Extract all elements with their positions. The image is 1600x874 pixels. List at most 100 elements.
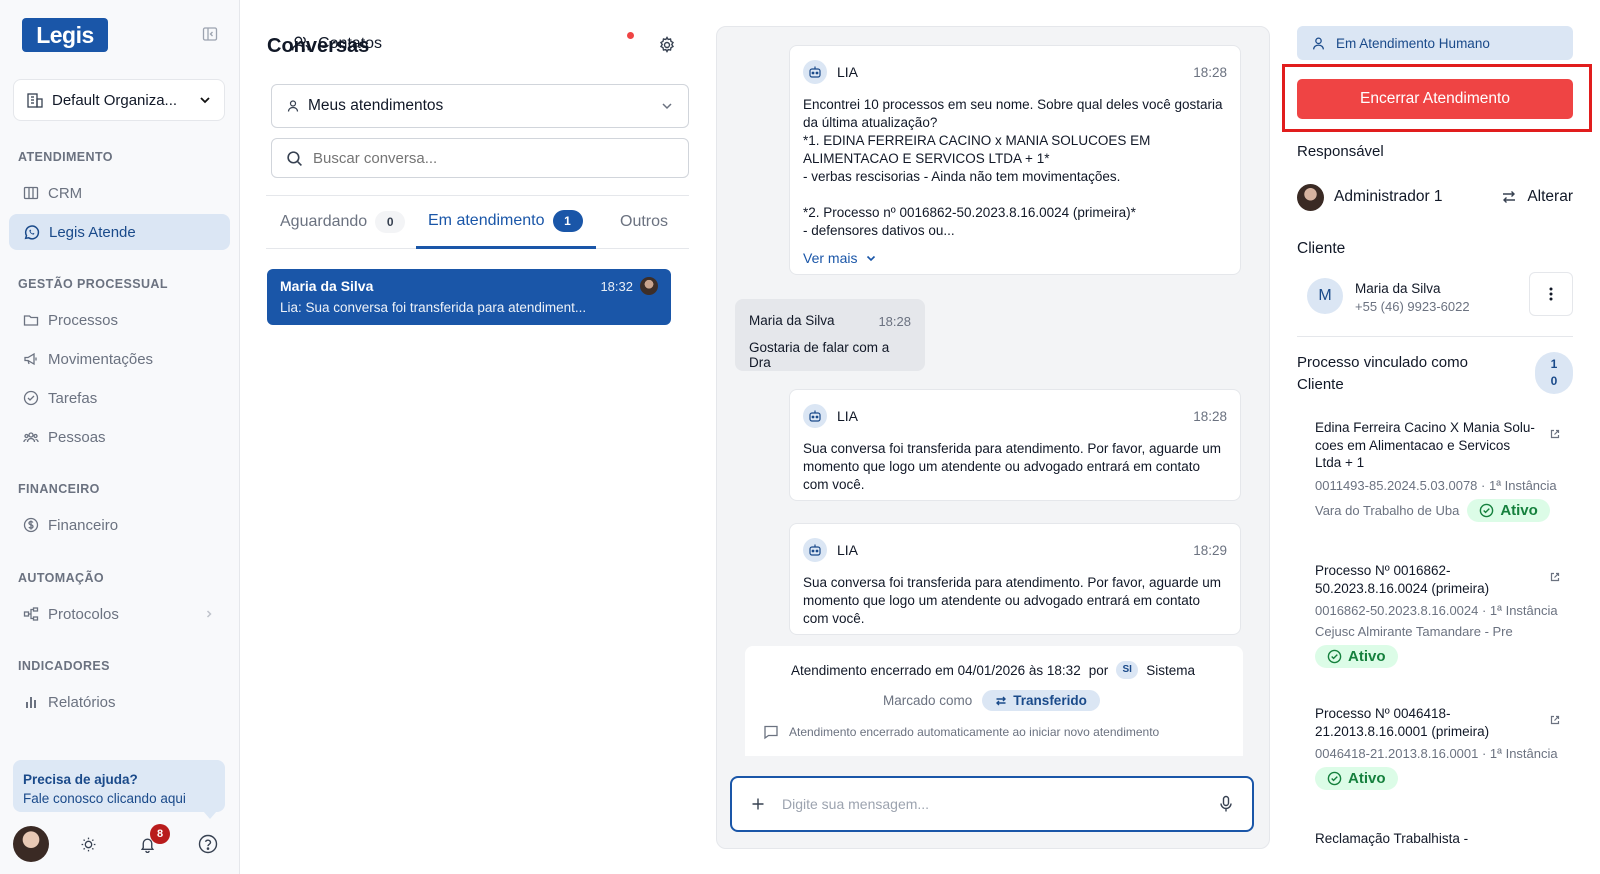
comment-icon [763,724,779,740]
external-link-icon[interactable] [1550,429,1560,439]
sidebar-item-pessoas[interactable]: Pessoas [9,419,230,455]
external-link-icon[interactable] [1550,715,1560,725]
process-count-badge: 1 0 [1535,352,1573,394]
contacts-button[interactable]: Contatos [291,34,382,53]
sidebar-item-label: Legis Atende [49,223,136,241]
linked-process-title: Processo vinculado como Cliente [1297,354,1468,393]
sidebar-item-tarefas[interactable]: Tarefas [9,380,230,416]
message-text: Encontrei 10 processos em seu nome. Sobr… [803,97,1223,238]
collapse-sidebar-icon[interactable] [202,26,218,42]
sidebar-item-financeiro[interactable]: Financeiro [9,507,230,543]
conversation-time: 18:32 [600,279,633,294]
help-circle-icon[interactable] [198,834,218,854]
sidebar-item-relatorios[interactable]: Relatórios [9,684,230,720]
message-text: Sua conversa foi transferida para atendi… [803,441,1221,492]
user-icon [1311,36,1326,51]
organization-name: Default Organiza... [52,91,178,109]
process-title: Edina Ferreira Cacino X Mania Solu-coes … [1315,420,1535,470]
divider [1297,336,1573,337]
help-box-pointer [203,811,217,819]
sidebar-item-label: Movimentações [48,350,154,368]
process-number: 0011493-85.2024.5.03.0078 · 1ª Instância [1315,477,1557,493]
see-more-button[interactable]: Ver mais [803,250,1227,266]
user-icon [286,99,300,113]
notification-badge: 8 [150,824,170,844]
client-phone: +55 (46) 9923-6022 [1355,299,1470,314]
legis-logo[interactable]: Legis [22,18,108,52]
see-more-label: Ver mais [803,250,858,266]
client-menu-button[interactable] [1529,272,1573,316]
building-icon [26,91,44,109]
tab-aguardando[interactable]: Aguardando 0 [280,196,406,248]
message-time: 18:28 [1193,64,1227,80]
conversation-preview: Lia: Sua conversa foi transferida para a… [280,300,587,315]
conversation-item[interactable]: Maria da Silva 18:32 Lia: Sua conversa f… [267,269,671,325]
tab-count: 0 [375,211,406,233]
chevron-down-icon [198,93,212,107]
help-link[interactable]: Fale conosco clicando aqui [23,791,186,806]
user-message: Maria da Silva 18:28 Gostaria de falar c… [735,299,925,371]
help-title: Precisa de ajuda? [23,772,138,787]
conversation-filter-select[interactable]: Meus atendimentos [271,84,689,128]
change-responsible-button[interactable]: Alterar [1501,188,1573,206]
chevron-down-icon [865,252,877,264]
bot-message: LIA 18:28 Encontrei 10 processos em seu … [789,45,1241,275]
organization-selector[interactable]: Default Organiza... [13,79,225,121]
search-input[interactable] [313,149,674,167]
sidebar-item-processos[interactable]: Processos [9,302,230,338]
contacts-label: Contatos [318,34,383,52]
kebab-icon [1549,286,1553,302]
chevron-right-icon [204,609,214,619]
message-input[interactable] [782,796,1202,812]
message-text: Sua conversa foi transferida para atendi… [803,575,1221,626]
check-circle-icon [1327,771,1342,786]
message-sender: LIA [837,542,859,558]
sidebar-item-protocolos[interactable]: Protocolos [9,596,230,632]
process-item[interactable]: Edina Ferreira Cacino X Mania Solu-coes … [1315,419,1560,522]
message-composer[interactable] [730,776,1254,832]
section-indicadores: INDICADORES [18,659,110,673]
process-title: Reclamação Trabalhista - [1315,831,1469,846]
process-court: Cejusc Almirante Tamandare - Pre [1315,624,1513,639]
responsible-label: Responsável [1297,143,1384,160]
megaphone-icon [23,351,39,367]
external-link-icon[interactable] [1550,572,1560,582]
section-gestao-processual: GESTÃO PROCESSUAL [18,277,168,291]
workflow-icon [23,606,39,622]
plus-icon[interactable] [750,796,766,812]
user-avatar[interactable] [13,826,49,862]
section-automacao: AUTOMAÇÃO [18,571,105,585]
process-item[interactable]: Processo Nº 0046418-21.2013.8.16.0001 (p… [1315,705,1560,790]
by-text: por [1088,662,1109,678]
process-item[interactable]: Reclamação Trabalhista - [1315,830,1560,848]
sidebar-item-label: Financeiro [48,516,119,534]
sidebar-item-legis-atende[interactable]: Legis Atende [9,214,230,250]
search-box[interactable] [271,138,689,178]
gear-icon[interactable] [658,36,676,54]
sun-icon[interactable] [80,836,97,853]
change-label: Alterar [1527,188,1573,205]
tab-em-atendimento[interactable]: Em atendimento 1 [416,196,596,249]
sidebar-item-label: Processos [48,311,119,329]
sidebar-item-label: Tarefas [48,389,98,407]
search-icon [286,150,303,167]
users-icon [291,34,310,53]
tab-label: Aguardando [280,213,368,230]
message-time: 18:28 [1193,408,1227,424]
help-box[interactable]: Precisa de ajuda? Fale conosco clicando … [13,760,225,812]
client-name: Maria da Silva [1355,281,1441,296]
bar-chart-icon [23,694,39,710]
sidebar: Legis Default Organiza... ATENDIMENTO CR… [0,0,240,874]
process-count-digit: 0 [1550,374,1558,388]
marked-as-label: Marcado como [883,693,973,708]
status-badge: Ativo [1315,767,1398,790]
process-item[interactable]: Processo Nº 0016862-50.2023.8.16.0024 (p… [1315,562,1560,668]
client-card: M Maria da Silva +55 (46) 9923-6022 [1297,272,1573,322]
chevron-down-icon [660,99,674,113]
tab-outros[interactable]: Outros [620,196,668,248]
microphone-icon[interactable] [1218,795,1234,813]
sidebar-item-movimentacoes[interactable]: Movimentações [9,341,230,377]
sidebar-item-crm[interactable]: CRM [9,175,230,211]
section-atendimento: ATENDIMENTO [18,150,113,164]
end-service-button[interactable]: Encerrar Atendimento [1297,79,1573,119]
